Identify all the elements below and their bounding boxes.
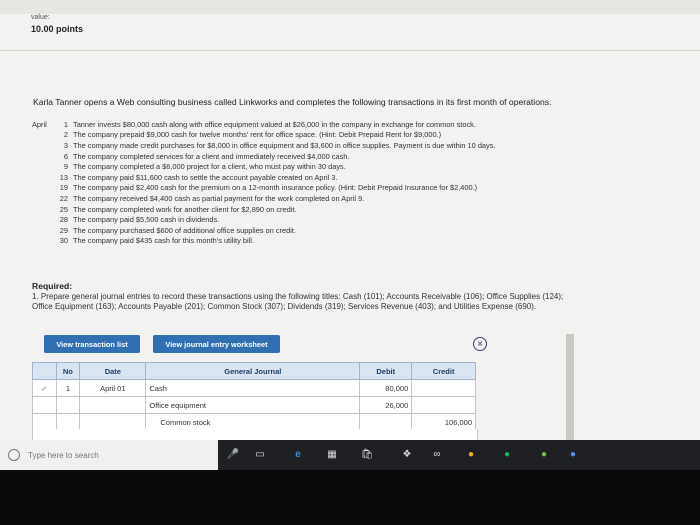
browser-page: value: 10.00 points Karla Tanner opens a… [0, 0, 700, 440]
credit-cell[interactable] [411, 396, 476, 414]
transaction-row: 9 The company completed a $6,000 project … [63, 162, 346, 172]
value-label: value: [31, 14, 50, 21]
entry-date: April 01 [79, 379, 147, 397]
required-line-1: 1. Prepare general journal entries to re… [32, 292, 564, 301]
transaction-row: 3 The company made credit purchases for $… [63, 140, 496, 150]
date-column-header: Date [79, 362, 147, 380]
edit-cell [32, 413, 57, 431]
credit-cell[interactable] [411, 379, 476, 397]
microphone-icon[interactable]: 🎤 [226, 447, 240, 461]
debit-column-header: Debit [359, 362, 413, 380]
entry-date [79, 413, 147, 431]
debit-cell[interactable]: 26,000 [359, 396, 413, 414]
table-row: Common stock 106,000 [32, 413, 476, 431]
account-cell[interactable]: Cash [145, 379, 361, 397]
scrollbar[interactable] [566, 334, 574, 440]
messenger-icon[interactable]: ● [566, 447, 580, 461]
debit-cell[interactable]: 80,000 [359, 379, 413, 397]
taskbar-search[interactable]: Type here to search [0, 440, 218, 470]
entry-number [55, 396, 81, 414]
task-view-icon[interactable]: ▭ [253, 447, 267, 461]
required-text: 1. Prepare general journal entries to re… [32, 292, 700, 313]
transaction-row: 13 The company paid $11,600 cash to settl… [59, 172, 338, 182]
search-placeholder: Type here to search [28, 450, 99, 460]
account-cell[interactable]: Common stock [145, 413, 361, 431]
table-blank-row [32, 429, 478, 440]
transaction-row: April 1 Tanner invests $80,000 cash along … [32, 119, 476, 129]
edit-column-header [32, 362, 57, 380]
divider [0, 50, 700, 51]
top-strip [0, 0, 700, 14]
entry-date [79, 396, 147, 414]
entry-number: 1 [55, 379, 81, 397]
transaction-row: 25 The company completed work for another… [59, 204, 297, 214]
transaction-list: April 1 Tanner invests $80,000 cash along … [32, 119, 495, 246]
spotify-icon[interactable]: ● [500, 447, 514, 461]
general-journal-column-header: General Journal [145, 362, 361, 380]
chrome-icon[interactable]: ● [464, 447, 478, 461]
transaction-row: 2 The company prepaid $9,000 cash for twe… [63, 130, 442, 140]
account-cell[interactable]: Office equipment [145, 396, 361, 414]
edit-cell [32, 396, 57, 414]
file-explorer-icon[interactable]: ▦ [325, 447, 339, 461]
table-header-row: No Date General Journal Debit Credit [32, 362, 476, 380]
required-line-2: Office Equipment (163); Accounts Payable… [32, 302, 537, 312]
transaction-row: 28 The company paid $5,500 cash in divide… [59, 215, 220, 225]
points-label: 10.00 points [31, 24, 84, 34]
edit-pencil-icon[interactable]: ✓ [32, 379, 57, 397]
table-row: Office equipment 26,000 [32, 396, 476, 414]
entry-number [55, 413, 81, 431]
dropbox-icon[interactable]: ❖ [400, 447, 414, 461]
general-journal-table: No Date General Journal Debit Credit ✓ 1… [32, 362, 476, 431]
table-row: ✓ 1 April 01 Cash 80,000 [32, 379, 476, 397]
close-icon[interactable]: × [473, 337, 487, 351]
credit-column-header: Credit [411, 362, 476, 380]
laptop-bezel [0, 470, 700, 525]
credit-cell[interactable]: 106,000 [411, 413, 476, 431]
transaction-row: 29 The company purchased $600 of addition… [59, 225, 296, 235]
search-icon [8, 449, 20, 461]
infinity-app-icon[interactable]: ∞ [430, 447, 444, 461]
transaction-row: 22 The company received $4,400 cash as pa… [59, 193, 365, 203]
required-heading: Required: [32, 281, 73, 291]
problem-intro: Karla Tanner opens a Web consulting busi… [33, 97, 552, 107]
debit-cell[interactable] [359, 413, 413, 431]
no-column-header: No [55, 362, 81, 380]
store-icon[interactable]: 🛍 [360, 447, 374, 461]
transaction-row: 30 The company paid $435 cash for this mo… [59, 236, 254, 246]
view-transaction-list-button[interactable]: View transaction list [44, 335, 140, 353]
transaction-row: 19 The company paid $2,400 cash for the p… [59, 183, 478, 193]
view-journal-worksheet-button[interactable]: View journal entry worksheet [153, 335, 280, 353]
edge-browser-icon[interactable]: e [291, 447, 305, 461]
transaction-row: 6 The company completed services for a cl… [63, 151, 350, 161]
evernote-icon[interactable]: ● [537, 447, 551, 461]
